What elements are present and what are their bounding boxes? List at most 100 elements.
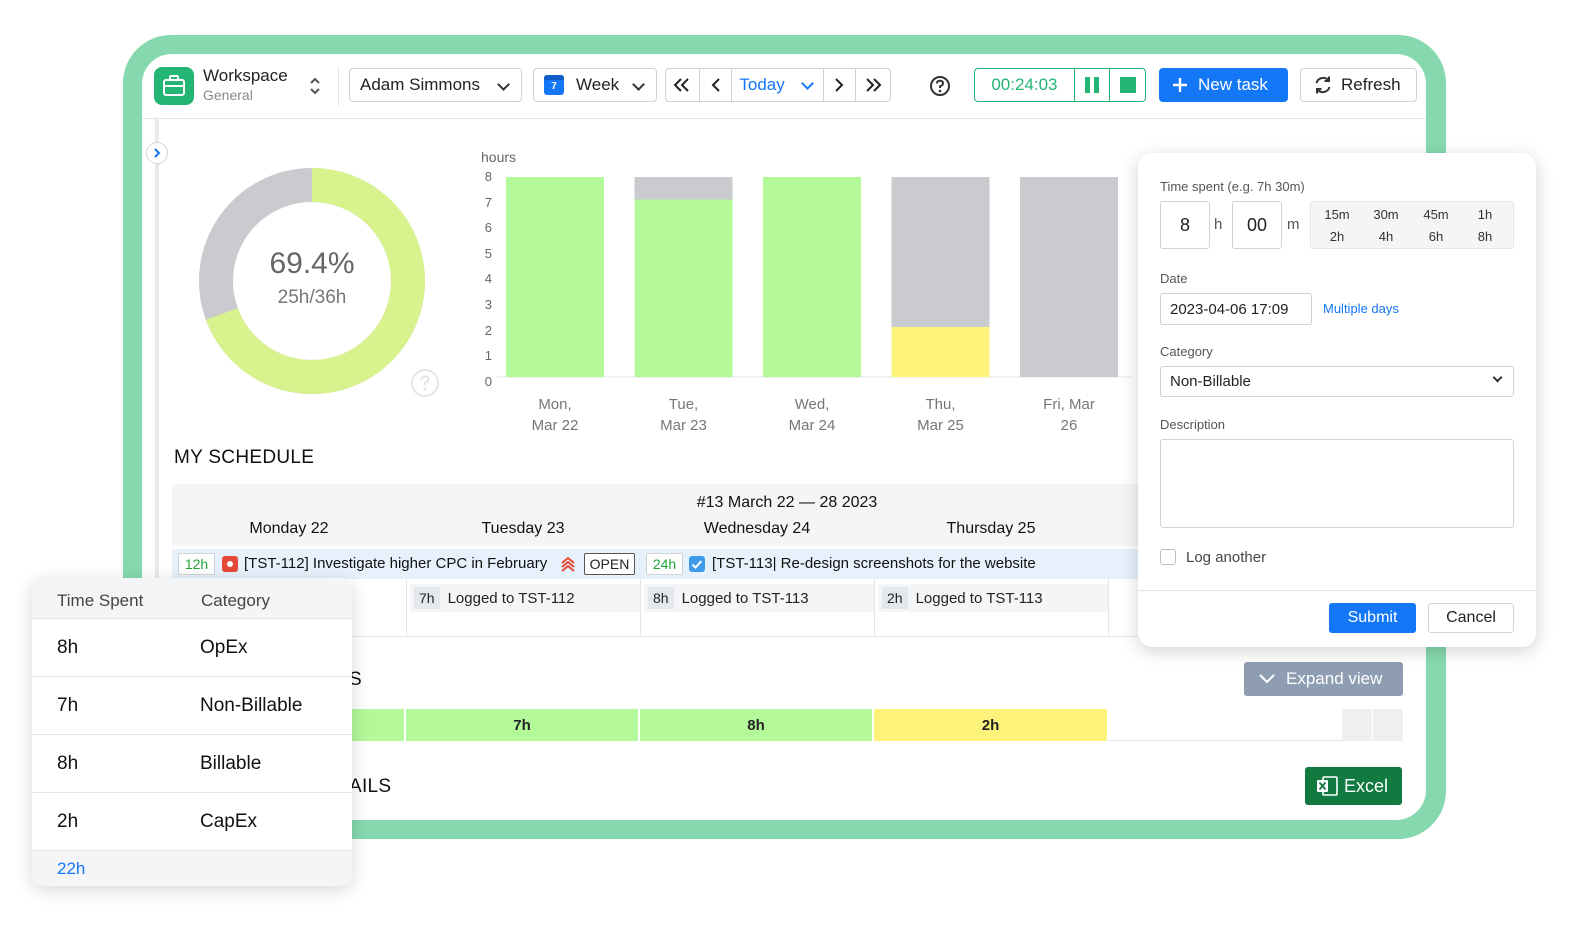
log-entry[interactable]: 7h Logged to TST-112 bbox=[410, 584, 640, 612]
new-task-button[interactable]: New task bbox=[1159, 68, 1288, 102]
timer-display: 00:24:03 bbox=[975, 69, 1075, 101]
next-button[interactable] bbox=[824, 69, 857, 101]
today-label: Today bbox=[739, 75, 785, 94]
new-task-label: New task bbox=[1198, 75, 1268, 94]
log-entry[interactable]: 8h Logged to TST-113 bbox=[644, 584, 874, 612]
refresh-button[interactable]: Refresh bbox=[1300, 68, 1417, 102]
refresh-label: Refresh bbox=[1341, 75, 1401, 94]
row-time: 8h bbox=[57, 637, 79, 658]
expand-view-label: Expand view bbox=[1286, 669, 1383, 688]
x-tick-line: Mar 24 bbox=[788, 417, 836, 434]
chart-bar bbox=[763, 177, 861, 377]
table-row: 7h Non-Billable bbox=[32, 677, 352, 735]
expand-sidebar-button[interactable] bbox=[146, 142, 168, 164]
divider bbox=[1108, 579, 1109, 636]
submit-button[interactable]: Submit bbox=[1329, 603, 1416, 633]
hours-input[interactable]: 8 bbox=[1160, 201, 1210, 249]
pause-button[interactable] bbox=[1075, 69, 1111, 101]
row-category: CapEx bbox=[200, 811, 258, 832]
date-navigation: Today bbox=[665, 68, 891, 102]
time-tracker: 00:24:03 bbox=[974, 68, 1146, 102]
preset-30m[interactable]: 30m bbox=[1366, 207, 1406, 222]
x-tick-line: Mon, bbox=[538, 396, 572, 413]
schedule-title: MY SCHEDULE bbox=[174, 447, 315, 468]
log-another-label: Log another bbox=[1186, 549, 1267, 566]
summary-total: 22h bbox=[57, 859, 86, 878]
multiple-days-link[interactable]: Multiple days bbox=[1323, 301, 1399, 316]
preset-1h[interactable]: 1h bbox=[1465, 207, 1505, 222]
excel-export-button[interactable]: Excel bbox=[1305, 767, 1402, 805]
y-tick-label: 5 bbox=[484, 245, 492, 261]
chart-bar bbox=[891, 327, 990, 377]
day-header-tuesday: Tuesday 23 bbox=[481, 520, 565, 537]
y-tick-label: 6 bbox=[484, 220, 492, 236]
row-category: OpEx bbox=[200, 637, 248, 658]
chart-y-axis-label: hours bbox=[481, 149, 517, 165]
log-another-checkbox[interactable] bbox=[1160, 549, 1176, 565]
category-select[interactable]: Non-Billable bbox=[1160, 366, 1514, 397]
preset-45m[interactable]: 45m bbox=[1416, 207, 1456, 222]
chevron-down-icon[interactable] bbox=[800, 76, 814, 90]
preset-8h[interactable]: 8h bbox=[1465, 229, 1505, 244]
y-tick-label: 4 bbox=[484, 271, 492, 287]
preset-15m[interactable]: 15m bbox=[1317, 207, 1357, 222]
bug-icon bbox=[222, 556, 238, 572]
help-icon[interactable] bbox=[410, 368, 440, 403]
table-row: 8h Billable bbox=[32, 735, 352, 793]
chevron-down-icon bbox=[1259, 674, 1275, 684]
cancel-button[interactable]: Cancel bbox=[1428, 603, 1514, 633]
preset-6h[interactable]: 6h bbox=[1416, 229, 1456, 244]
x-tick-line: Thu, bbox=[925, 396, 956, 413]
time-category-summary: Time Spent Category 8h OpEx 7h Non-Billabl… bbox=[32, 578, 352, 886]
today-button[interactable]: Today bbox=[732, 69, 824, 101]
x-tick-label: Thu, Mar 25 bbox=[886, 394, 996, 436]
task-row[interactable]: 12h [TST-112] Investigate higher CPC in … bbox=[172, 549, 1162, 579]
date-input[interactable]: 2023-04-06 17:09 bbox=[1160, 293, 1312, 325]
last-page-button[interactable] bbox=[856, 69, 890, 101]
x-tick-label: Wed, Mar 24 bbox=[757, 394, 867, 436]
category-bar-weekend bbox=[1342, 709, 1372, 741]
first-page-button[interactable] bbox=[666, 69, 700, 101]
preset-2h[interactable]: 2h bbox=[1317, 229, 1357, 244]
help-icon[interactable] bbox=[929, 75, 951, 102]
chart-bar bbox=[1020, 177, 1118, 377]
x-tick-label: Fri, Mar 26 bbox=[1014, 394, 1124, 436]
user-select-label: Adam Simmons bbox=[360, 75, 480, 94]
x-tick-label: Tue, Mar 23 bbox=[629, 394, 739, 436]
view-select-label: Week bbox=[576, 75, 620, 94]
chevron-down-icon bbox=[632, 78, 645, 91]
task-title[interactable]: [TST-112] Investigate higher CPC in Febr… bbox=[244, 555, 547, 572]
minutes-input[interactable]: 00 bbox=[1232, 201, 1282, 249]
briefcase-icon bbox=[154, 67, 194, 105]
preset-4h[interactable]: 4h bbox=[1366, 229, 1406, 244]
minutes-unit: m bbox=[1287, 216, 1300, 233]
divider bbox=[874, 579, 875, 636]
log-hours: 8h bbox=[648, 587, 674, 609]
view-select[interactable]: 7 Week bbox=[533, 68, 657, 102]
y-tick-label: 1 bbox=[484, 348, 492, 364]
description-textarea[interactable] bbox=[1160, 439, 1514, 528]
log-entry[interactable]: 2h Logged to TST-113 bbox=[878, 584, 1108, 612]
previous-button[interactable] bbox=[700, 69, 733, 101]
y-tick-label: 8 bbox=[484, 169, 492, 184]
time-spent-label: Time spent (e.g. 7h 30m) bbox=[1160, 179, 1305, 194]
user-select[interactable]: Adam Simmons bbox=[349, 68, 522, 102]
divider bbox=[1138, 590, 1536, 591]
chart-bar bbox=[506, 177, 604, 377]
category-label: Category bbox=[1160, 344, 1213, 359]
expand-view-button[interactable]: Expand view bbox=[1244, 662, 1403, 696]
stop-button[interactable] bbox=[1110, 69, 1145, 101]
row-category: Billable bbox=[200, 753, 262, 774]
calendar-icon: 7 bbox=[544, 75, 564, 95]
x-tick-line: Wed, bbox=[794, 396, 830, 413]
x-tick-line: Mar 23 bbox=[660, 417, 707, 434]
x-tick-line: Tue, bbox=[668, 396, 699, 413]
workspace-subtitle: General bbox=[203, 87, 253, 103]
workspace-switch-icon[interactable] bbox=[308, 74, 322, 98]
header-category: Category bbox=[201, 591, 270, 610]
task-title[interactable]: [TST-113| Re-design screenshots for the … bbox=[712, 555, 1036, 572]
excel-label: Excel bbox=[1344, 775, 1389, 796]
workspace-title[interactable]: Workspace bbox=[203, 66, 288, 86]
chevron-right-icon bbox=[154, 148, 161, 158]
priority-highest-icon bbox=[560, 555, 576, 578]
